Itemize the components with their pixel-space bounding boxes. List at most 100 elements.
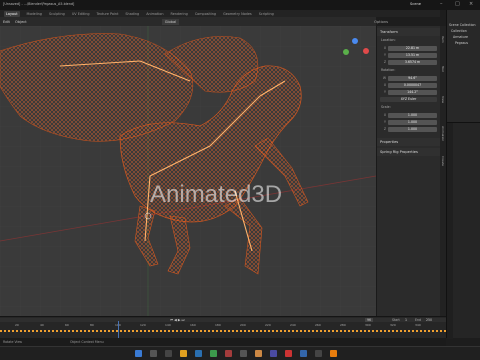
app-icon[interactable] bbox=[315, 350, 322, 357]
status-bar: Rotate View Object Context Menu bbox=[0, 338, 446, 346]
timeline-tick-label: 20 bbox=[15, 323, 19, 327]
sidebar-tab-animation[interactable]: Animation bbox=[441, 126, 445, 141]
location-axis-label: X bbox=[383, 46, 386, 50]
rotation-axis-label: Y bbox=[384, 90, 386, 94]
rotation-row: W 94.6° bbox=[380, 75, 437, 81]
scale-label: Scale: bbox=[381, 105, 391, 109]
app-icon[interactable] bbox=[240, 350, 247, 357]
tab-uv-editing[interactable]: UV Editing bbox=[72, 12, 90, 16]
timeline-tick-label: 280 bbox=[340, 323, 346, 327]
tab-layout[interactable]: Layout bbox=[4, 10, 20, 17]
timeline-tick-label: 260 bbox=[315, 323, 321, 327]
viewport-canvas bbox=[0, 26, 376, 316]
transform-section[interactable]: Transform bbox=[377, 28, 440, 36]
timeline[interactable]: ⏮ ◀ ▶ ⏭ 96 Start 1 End 250 2040608010012… bbox=[0, 316, 446, 339]
start-icon[interactable] bbox=[135, 350, 142, 357]
properties-section[interactable]: Properties bbox=[377, 138, 440, 146]
outliner: Scene Collection Collection Armature Pegasu… bbox=[446, 10, 480, 122]
location-x-field[interactable]: 22.81 m bbox=[388, 45, 437, 51]
rotation-axis-label: W bbox=[382, 76, 386, 80]
title-bar: [Unsaved] - ...\Blender\Pegasus_A5.blend… bbox=[0, 0, 480, 10]
properties-tabs[interactable] bbox=[447, 123, 453, 339]
scene-selector[interactable]: Scene bbox=[410, 2, 421, 6]
timeline-tick-label: 160 bbox=[190, 323, 196, 327]
status-middle: Object Context Menu bbox=[70, 340, 104, 344]
window-title: [Unsaved] - ...\Blender\Pegasus_A5.blend… bbox=[3, 2, 75, 6]
rotation-label: Rotation: bbox=[381, 68, 396, 72]
status-left: Rotate View bbox=[3, 340, 23, 344]
sidebar-tab-item[interactable]: Item bbox=[441, 36, 445, 43]
scale-x-field[interactable]: 1.000 bbox=[388, 112, 437, 118]
outliner-item[interactable]: Pegasus bbox=[447, 40, 480, 46]
app-icon[interactable] bbox=[255, 350, 262, 357]
workspace-tabs: Layout Modeling Sculpting UV Editing Texture… bbox=[0, 10, 440, 17]
watermark: Animated3D bbox=[150, 181, 283, 208]
timeline-tick-label: 180 bbox=[215, 323, 221, 327]
rotation-y-field[interactable]: 144.2° bbox=[388, 89, 437, 95]
properties-editor bbox=[446, 122, 480, 339]
taskview-icon[interactable] bbox=[165, 350, 172, 357]
timeline-tick-label: 320 bbox=[390, 323, 396, 327]
gizmo-x-icon bbox=[363, 48, 369, 54]
object-menu[interactable]: Object bbox=[15, 20, 27, 24]
scale-row: X 1.000 bbox=[380, 112, 437, 118]
location-label: Location: bbox=[381, 38, 396, 42]
playhead[interactable] bbox=[118, 321, 119, 339]
rotation-w-field[interactable]: 94.6° bbox=[388, 75, 437, 81]
tab-geometry-nodes[interactable]: Geometry Nodes bbox=[223, 12, 252, 16]
location-z-field[interactable]: 3.6574 m bbox=[388, 59, 437, 65]
timeline-tick-label: 240 bbox=[290, 323, 296, 327]
app-icon[interactable] bbox=[300, 350, 307, 357]
spring-rig-section[interactable]: Spring Rig Properties bbox=[377, 148, 440, 156]
timeline-tick-label: 220 bbox=[265, 323, 271, 327]
tab-animation[interactable]: Animation bbox=[146, 12, 163, 16]
scale-axis-label: X bbox=[383, 113, 386, 117]
rotation-row: Y 144.2° bbox=[380, 89, 437, 95]
app-icon[interactable] bbox=[270, 350, 277, 357]
scale-row: Y 1.000 bbox=[380, 119, 437, 125]
timeline-tick-label: 120 bbox=[140, 323, 146, 327]
browser-icon[interactable] bbox=[195, 350, 202, 357]
tab-scripting[interactable]: Scripting bbox=[259, 12, 274, 16]
options-button[interactable]: Options bbox=[374, 20, 388, 24]
rotation-x-field[interactable]: 0.0000047 bbox=[388, 82, 437, 88]
scale-y-field[interactable]: 1.000 bbox=[388, 119, 437, 125]
tab-rendering[interactable]: Rendering bbox=[170, 12, 187, 16]
sidebar-tab-view[interactable]: View bbox=[441, 96, 445, 103]
scale-axis-label: Y bbox=[384, 120, 386, 124]
location-row: Z 3.6574 m bbox=[380, 59, 437, 65]
orientation-dropdown[interactable]: Global bbox=[161, 18, 180, 25]
sidebar-tab-tool[interactable]: Tool bbox=[441, 66, 445, 72]
app-icon[interactable] bbox=[285, 350, 292, 357]
close-icon[interactable]: × bbox=[469, 1, 473, 7]
tab-shading[interactable]: Shading bbox=[125, 12, 139, 16]
gizmo-z-icon bbox=[352, 38, 358, 44]
minimize-icon[interactable]: – bbox=[440, 1, 443, 7]
tab-compositing[interactable]: Compositing bbox=[195, 12, 216, 16]
location-row: Y 13.51 m bbox=[380, 52, 437, 58]
location-row: X 22.81 m bbox=[380, 45, 437, 51]
search-icon[interactable] bbox=[150, 350, 157, 357]
app-icon[interactable] bbox=[225, 350, 232, 357]
app-icon[interactable] bbox=[210, 350, 217, 357]
tab-modeling[interactable]: Modeling bbox=[27, 12, 42, 16]
location-axis-label: Z bbox=[383, 60, 386, 64]
rotation-axis-label: X bbox=[383, 83, 386, 87]
maximize-icon[interactable]: □ bbox=[455, 1, 460, 7]
rotation-mode-dropdown[interactable]: XYZ Euler bbox=[380, 96, 437, 102]
blender-icon[interactable] bbox=[330, 350, 337, 357]
mode-menu[interactable]: Edit bbox=[3, 20, 10, 24]
timeline-tick-label: 60 bbox=[65, 323, 69, 327]
scale-row: Z 1.000 bbox=[380, 126, 437, 132]
scale-z-field[interactable]: 1.000 bbox=[388, 126, 437, 132]
keyframe-strip[interactable] bbox=[0, 330, 446, 332]
scale-axis-label: Z bbox=[383, 127, 386, 131]
tab-sculpting[interactable]: Sculpting bbox=[49, 12, 65, 16]
sidebar-npanel: Transform Location: X 22.81 m Y 13.51 m Z 3.6… bbox=[376, 26, 440, 316]
taskbar bbox=[0, 346, 480, 360]
location-y-field[interactable]: 13.51 m bbox=[388, 52, 437, 58]
tab-texture-paint[interactable]: Texture Paint bbox=[97, 12, 119, 16]
3d-viewport[interactable]: Animated3D bbox=[0, 26, 376, 316]
sidebar-tab-create[interactable]: Create bbox=[441, 156, 445, 166]
explorer-icon[interactable] bbox=[180, 350, 187, 357]
